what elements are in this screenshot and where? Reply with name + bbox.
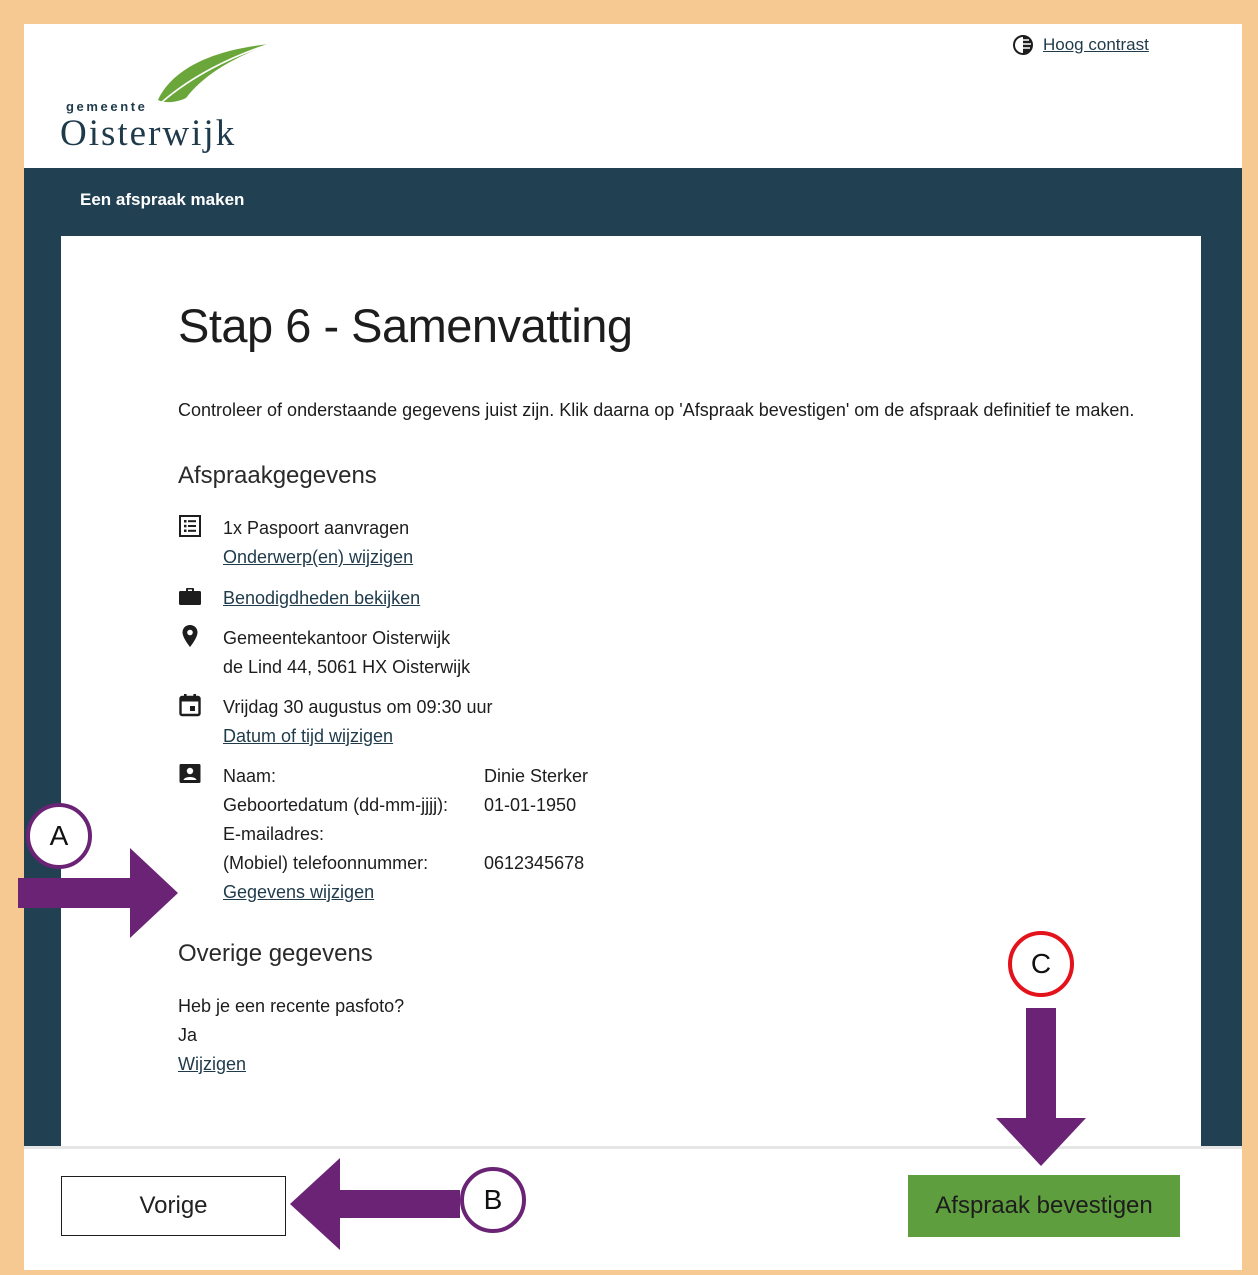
name-value: Dinie Sterker <box>484 766 589 786</box>
leaf-icon <box>158 43 271 103</box>
photo-question: Heb je een recente pasfoto? <box>178 996 405 1016</box>
email-value <box>484 820 588 849</box>
site-header: gemeente Oisterwijk Hoog contrast <box>24 24 1242 168</box>
high-contrast-toggle[interactable]: Hoog contrast <box>1012 34 1149 56</box>
summary-content: Stap 6 - Samenvatting Controleer of onde… <box>178 298 1218 1074</box>
change-subject-link[interactable]: Onderwerp(en) wijzigen <box>223 543 413 572</box>
appointment-heading: Afspraakgegevens <box>178 462 377 489</box>
datetime-row: Vrijdag 30 augustus om 09:30 uur Datum o… <box>178 693 493 751</box>
name-label: Naam: <box>223 766 277 786</box>
page-title: Stap 6 - Samenvatting <box>178 299 633 352</box>
other-data-block: Heb je een recente pasfoto? Ja Wijzigen <box>178 992 404 1079</box>
briefcase-icon <box>179 588 201 605</box>
personal-data-row: Naam: Dinie Sterker Geboortedatum (dd-mm… <box>178 762 588 907</box>
subject-row: 1x Paspoort aanvragen Onderwerp(en) wijz… <box>178 514 413 572</box>
previous-button[interactable]: Vorige <box>61 1176 286 1236</box>
change-other-data-link[interactable]: Wijzigen <box>178 1050 404 1079</box>
view-requirements-link[interactable]: Benodigdheden bekijken <box>223 584 420 613</box>
email-label: E-mailadres: <box>223 824 325 844</box>
other-data-heading: Overige gegevens <box>178 940 373 967</box>
contact-card-icon <box>179 764 201 783</box>
municipality-logo[interactable]: gemeente Oisterwijk <box>60 42 300 154</box>
birthdate-label: Geboortedatum (dd-mm-jjjj): <box>223 795 449 815</box>
intro-text: Controleer of onderstaande gegevens juis… <box>178 400 1135 420</box>
location-pin-icon <box>182 625 198 647</box>
high-contrast-link[interactable]: Hoog contrast <box>1043 35 1149 55</box>
change-datetime-link[interactable]: Datum of tijd wijzigen <box>223 722 493 751</box>
band-title: Een afspraak maken <box>80 190 245 209</box>
needs-row: Benodigdheden bekijken <box>178 584 420 613</box>
location-address: de Lind 44, 5061 HX Oisterwijk <box>223 657 471 677</box>
list-icon <box>179 515 201 537</box>
calendar-icon <box>179 694 201 717</box>
birthdate-value: 01-01-1950 <box>484 795 577 815</box>
phone-label: (Mobiel) telefoonnummer: <box>223 853 429 873</box>
location-name: Gemeentekantoor Oisterwijk <box>223 628 451 648</box>
subject-text: 1x Paspoort aanvragen <box>223 518 410 538</box>
summary-card: Stap 6 - Samenvatting Controleer of onde… <box>61 236 1201 1150</box>
change-personal-data-link[interactable]: Gegevens wijzigen <box>223 878 588 907</box>
logo-text-big: Oisterwijk <box>60 113 237 154</box>
photo-answer: Ja <box>178 1025 198 1045</box>
confirm-appointment-button[interactable]: Afspraak bevestigen <box>908 1175 1180 1237</box>
datetime-text: Vrijdag 30 augustus om 09:30 uur <box>223 697 493 717</box>
location-row: Gemeentekantoor Oisterwijk de Lind 44, 5… <box>178 624 470 682</box>
contrast-icon <box>1013 35 1033 55</box>
phone-value: 0612345678 <box>484 853 585 873</box>
personal-data-grid: Naam: Dinie Sterker Geboortedatum (dd-mm… <box>223 762 588 878</box>
page-frame: gemeente Oisterwijk Hoog contrast Een af… <box>24 24 1242 1270</box>
step-navigation-footer: Vorige Afspraak bevestigen <box>24 1146 1242 1270</box>
